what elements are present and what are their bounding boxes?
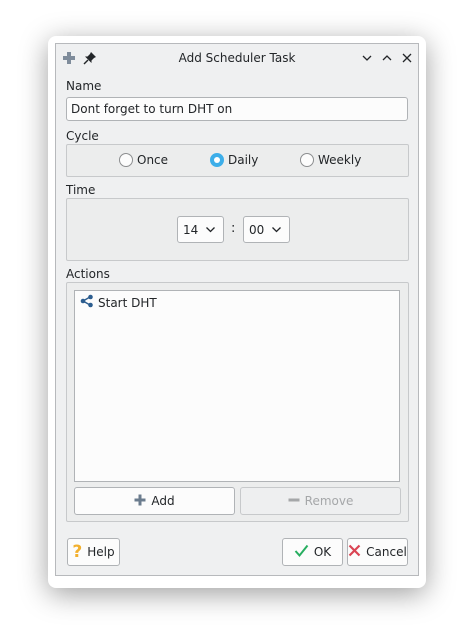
- cycle-label: Cycle: [66, 129, 99, 143]
- add-action-button[interactable]: Add: [74, 487, 235, 515]
- plus-icon: [134, 494, 146, 509]
- name-label: Name: [66, 79, 102, 93]
- ok-button[interactable]: OK: [282, 538, 343, 566]
- radio-circle[interactable]: [300, 153, 314, 167]
- hour-select[interactable]: 14: [177, 216, 224, 243]
- add-button-label: Add: [151, 494, 175, 508]
- radio-weekly[interactable]: Weekly: [300, 153, 361, 167]
- help-button-label: Help: [87, 545, 115, 559]
- minute-select[interactable]: 00: [243, 216, 290, 243]
- radio-once-label: Once: [137, 153, 169, 167]
- minus-icon: [288, 494, 300, 509]
- radio-weekly-label: Weekly: [318, 153, 362, 167]
- actions-list[interactable]: Start DHT: [74, 290, 400, 482]
- name-input[interactable]: [66, 97, 408, 121]
- chevron-down-icon: [271, 224, 282, 238]
- radio-daily-label: Daily: [228, 153, 259, 167]
- time-separator: :: [231, 221, 236, 236]
- list-item[interactable]: Start DHT: [80, 294, 157, 311]
- action-item-label: Start DHT: [98, 295, 157, 310]
- radio-circle-checked[interactable]: [210, 153, 224, 167]
- hour-value: 14: [183, 222, 199, 237]
- share-nodes-icon: [80, 294, 94, 311]
- cancel-icon: [348, 544, 361, 560]
- dialog-window: Add Scheduler Task Name Cycle Once Daily…: [55, 43, 419, 576]
- remove-action-button[interactable]: Remove: [240, 487, 401, 515]
- time-group: [66, 198, 409, 261]
- radio-daily[interactable]: Daily: [210, 153, 258, 167]
- radio-circle[interactable]: [119, 153, 133, 167]
- help-button[interactable]: ? Help: [67, 538, 120, 566]
- ok-button-label: OK: [313, 545, 332, 559]
- chevron-down-icon: [205, 224, 216, 238]
- close-icon[interactable]: [398, 49, 416, 67]
- cancel-button-label: Cancel: [366, 545, 407, 559]
- radio-once[interactable]: Once: [119, 153, 168, 167]
- checkmark-icon: [294, 544, 309, 561]
- title-bar[interactable]: Add Scheduler Task: [56, 44, 418, 73]
- minute-value: 00: [249, 222, 265, 237]
- remove-button-label: Remove: [304, 494, 354, 508]
- actions-label: Actions: [66, 267, 110, 281]
- cancel-button[interactable]: Cancel: [347, 538, 408, 566]
- maximize-icon[interactable]: [378, 49, 396, 67]
- help-icon: ?: [72, 541, 83, 562]
- minimize-icon[interactable]: [358, 49, 376, 67]
- time-label: Time: [66, 183, 96, 197]
